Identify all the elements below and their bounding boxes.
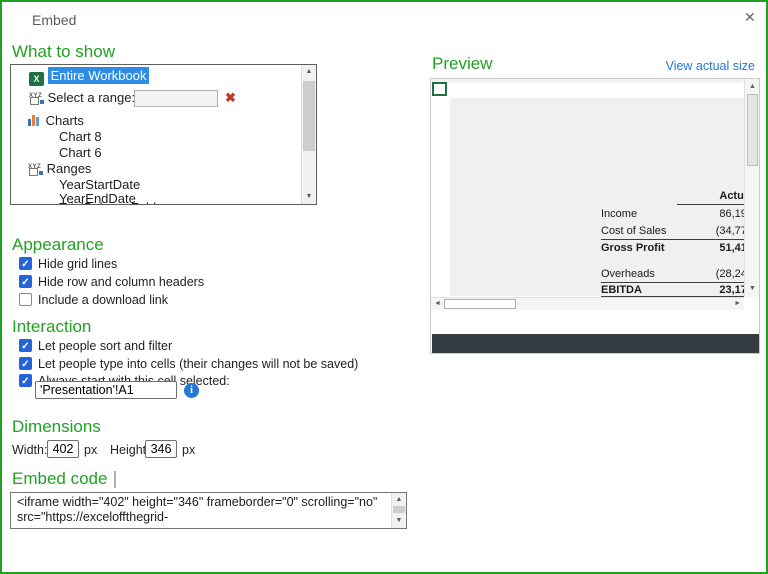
preview-table-header-row: Actual xyxy=(601,189,753,204)
width-label: Width: xyxy=(12,443,48,457)
checkbox-hide-grid-lines[interactable]: ✓ xyxy=(19,257,32,270)
header-underline xyxy=(677,204,753,205)
row-label: Cost of Sales xyxy=(601,225,667,237)
checkbox-start-cell[interactable]: ✓ xyxy=(19,374,32,387)
checkbox-type-into-cells[interactable]: ✓ xyxy=(19,357,32,370)
selected-cell-a1 xyxy=(432,82,447,96)
scroll-up-icon[interactable]: ▲ xyxy=(302,67,316,77)
preview-bottom-toolbar xyxy=(432,334,759,353)
list-item-entire-workbook[interactable]: X Entire Workbook xyxy=(29,67,150,86)
table-row: Gross Profit 51,412 xyxy=(601,241,753,256)
info-icon[interactable]: i xyxy=(184,383,199,398)
row-label: Gross Profit xyxy=(601,242,665,254)
checkbox-label: Include a download link xyxy=(38,293,168,307)
checkbox-label: Let people type into cells (their change… xyxy=(38,357,359,371)
preview-pane: Actual Income 86,191 Cost of Sales (34,7… xyxy=(430,78,760,354)
embed-code-line: <iframe width="402" height="346" framebo… xyxy=(17,495,378,509)
view-actual-size-link[interactable]: View actual size xyxy=(666,59,755,73)
excel-workbook-icon: X xyxy=(29,72,44,86)
scrollbar-thumb[interactable] xyxy=(393,506,405,513)
checkbox-label: Hide grid lines xyxy=(38,257,118,271)
dialog-title: Embed xyxy=(32,12,77,28)
preview-heading: Preview xyxy=(432,54,493,73)
dimensions-heading: Dimensions xyxy=(12,417,101,436)
list-item-label: Entire Workbook xyxy=(47,67,150,84)
start-cell-input[interactable] xyxy=(35,381,177,399)
checkbox-hide-headers[interactable]: ✓ xyxy=(19,275,32,288)
select-range-label: Select a range: xyxy=(47,90,136,105)
scroll-up-icon[interactable]: ▲ xyxy=(745,82,759,92)
listbox-scrollbar[interactable]: ▲ ▼ xyxy=(301,65,316,204)
scroll-down-icon[interactable]: ▼ xyxy=(745,284,759,294)
range-icon: XYZ xyxy=(28,161,43,176)
scroll-left-icon[interactable]: ◄ xyxy=(434,298,441,310)
checkbox-label: Let people sort and filter xyxy=(38,339,173,353)
height-unit: px xyxy=(182,443,196,457)
width-input[interactable] xyxy=(47,440,79,458)
scrollbar-thumb[interactable] xyxy=(303,81,315,151)
embed-code-scrollbar[interactable]: ▲ ▼ xyxy=(391,493,406,528)
table-row: Income 86,191 xyxy=(601,207,753,222)
appearance-heading: Appearance xyxy=(12,235,104,254)
embed-code-heading: Embed code xyxy=(12,469,108,488)
checkbox-sort-filter[interactable]: ✓ xyxy=(19,339,32,352)
table-row: Overheads (28,241 xyxy=(601,267,753,282)
charts-icon xyxy=(28,114,42,126)
embed-code-textarea[interactable]: <iframe width="402" height="346" framebo… xyxy=(10,492,407,529)
checkbox-label: Hide row and column headers xyxy=(38,275,205,289)
preview-vertical-scrollbar[interactable]: ▲ ▼ xyxy=(744,79,759,297)
range-icon: XYZ xyxy=(29,90,44,105)
preview-horizontal-scrollbar[interactable]: ◄ ► xyxy=(431,297,744,310)
scroll-down-icon[interactable]: ▼ xyxy=(302,192,316,202)
row-underline xyxy=(601,239,753,240)
scroll-up-icon[interactable]: ▲ xyxy=(392,495,406,505)
row-label: Overheads xyxy=(601,268,655,280)
scrollbar-thumb[interactable] xyxy=(444,299,516,309)
list-item-select-a-range[interactable]: XYZ Select a range: ✖ xyxy=(29,90,309,108)
range-input[interactable] xyxy=(134,90,218,107)
interaction-heading: Interaction xyxy=(12,317,92,336)
embed-code-line: src="https://exceloffthegrid- xyxy=(17,510,169,524)
text-caret xyxy=(114,471,116,488)
row-label: Income xyxy=(601,208,638,220)
embed-dialog: Embed ✕ What to show X Entire Workbook X… xyxy=(0,0,768,574)
height-label: Height: xyxy=(110,443,150,457)
scroll-down-icon[interactable]: ▼ xyxy=(392,516,406,526)
height-input[interactable] xyxy=(145,440,177,458)
list-item-label: Charts xyxy=(45,113,84,128)
preview-header-strip xyxy=(431,79,743,83)
width-unit: px xyxy=(84,443,98,457)
list-item-label: Ranges xyxy=(46,161,92,176)
what-to-show-heading: What to show xyxy=(12,42,115,61)
table-row: Cost of Sales (34,779 xyxy=(601,224,753,239)
remove-range-icon[interactable]: ✖ xyxy=(225,90,236,106)
list-item-trialbalance[interactable]: TrialBalanceFold xyxy=(59,200,156,204)
scrollbar-thumb[interactable] xyxy=(747,94,758,166)
what-to-show-listbox: X Entire Workbook XYZ Select a range: ✖ … xyxy=(10,64,317,205)
close-icon[interactable]: ✕ xyxy=(744,9,756,26)
checkbox-download-link[interactable] xyxy=(19,293,32,306)
scroll-right-icon[interactable]: ► xyxy=(734,298,741,310)
